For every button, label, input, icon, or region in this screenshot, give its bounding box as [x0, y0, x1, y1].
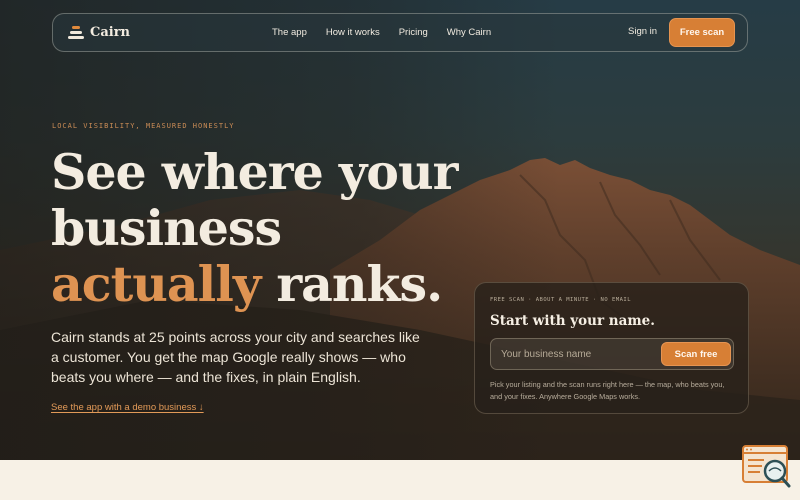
brand-name: Cairn [90, 25, 131, 40]
scan-card: FREE SCAN · ABOUT A MINUTE · NO EMAIL St… [474, 282, 749, 414]
headline-end: ranks. [260, 255, 443, 313]
scan-card-note: Pick your listing and the scan runs righ… [490, 380, 725, 401]
headline-line-2: business [51, 199, 282, 257]
stacked-stones-icon [67, 25, 84, 40]
search-page-icon[interactable] [742, 445, 792, 490]
hero-lead: Cairn stands at 25 points across your ci… [51, 329, 420, 385]
hero-headline: See where your business actually ranks. [51, 144, 471, 312]
signin-link[interactable]: Sign in [628, 26, 657, 37]
demo-link[interactable]: See the app with a demo business ↓ [51, 402, 204, 413]
hero-eyebrow: LOCAL VISIBILITY, MEASURED HONESTLY [52, 122, 235, 130]
scan-form: Scan free [490, 338, 734, 370]
nav-link-pricing[interactable]: Pricing [399, 27, 428, 38]
nav-links: The app How it works Pricing Why Cairn [272, 14, 510, 51]
headline-line-1: See where your [51, 143, 458, 201]
free-scan-button[interactable]: Free scan [669, 18, 735, 47]
nav-link-the-app[interactable]: The app [272, 27, 307, 38]
scan-card-eyebrow: FREE SCAN · ABOUT A MINUTE · NO EMAIL [490, 297, 632, 303]
scan-free-button[interactable]: Scan free [661, 342, 731, 366]
scan-card-title: Start with your name. [490, 313, 655, 329]
headline-accent: actually [51, 255, 261, 313]
nav-link-why-cairn[interactable]: Why Cairn [447, 27, 491, 38]
brand-logo[interactable]: Cairn [67, 25, 130, 40]
nav-link-how-it-works[interactable]: How it works [326, 27, 380, 38]
business-name-input[interactable] [491, 339, 656, 369]
top-navbar: Cairn The app How it works Pricing Why C… [52, 13, 748, 52]
